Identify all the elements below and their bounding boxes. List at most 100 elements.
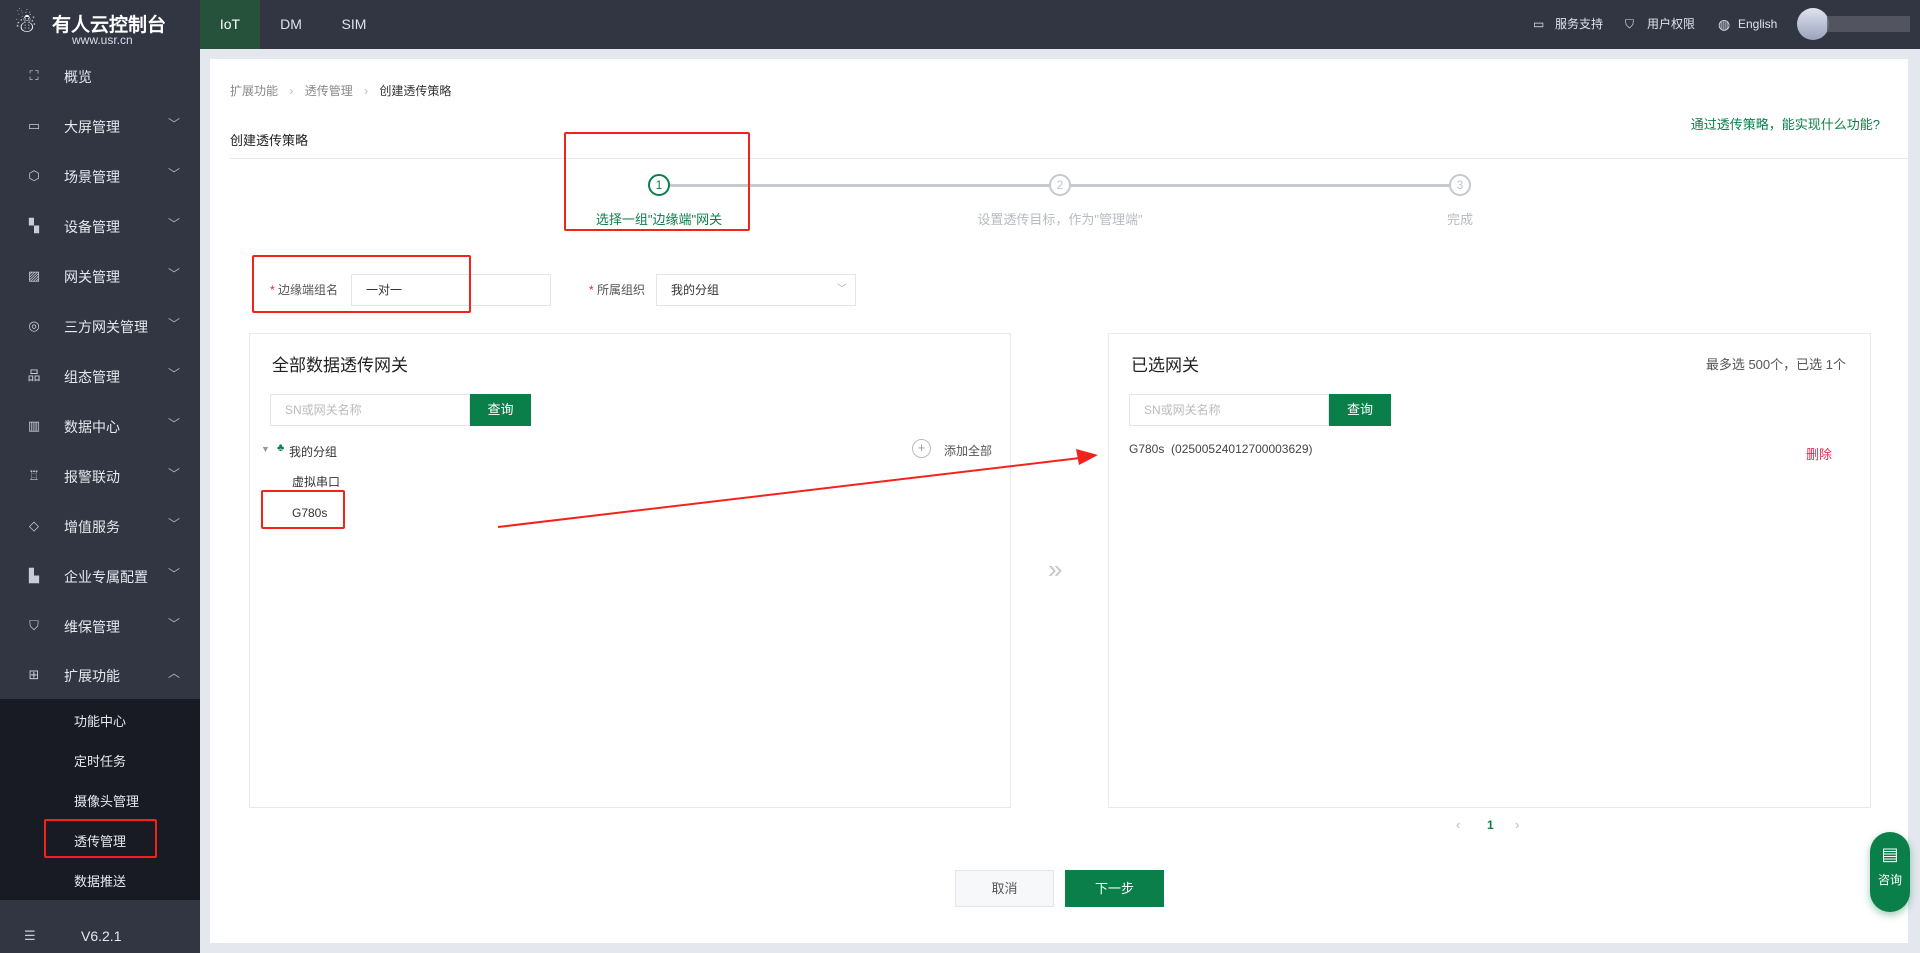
tree-node[interactable]: 虚拟串口 [292,473,340,490]
extensions-submenu: 功能中心 定时任务 摄像头管理 透传管理 数据推送 [0,699,200,900]
avatar[interactable] [1797,8,1829,40]
shield-check-icon: ⛉ [29,618,39,633]
panel-title: 全部数据透传网关 [272,356,408,375]
chevron-down-icon: ﹀ [168,567,181,581]
right-search-input[interactable]: SN或网关名称 [1129,394,1329,426]
divider [230,158,1908,159]
sidebar-item-label: 企业专属配置 [64,569,148,585]
building-icon: ▙ [29,568,39,583]
add-icon[interactable]: + [912,439,931,458]
cluster-icon: ◎ [28,318,40,333]
submenu-item-data-push[interactable]: 数据推送 [74,871,126,890]
breadcrumb-item[interactable]: 透传管理 [305,84,353,98]
sidebar-item-label: 网关管理 [64,269,120,285]
collapse-menu-icon[interactable]: ☰ [24,928,36,944]
tab-dm[interactable]: DM [270,0,312,49]
current-page[interactable]: 1 [1487,818,1494,832]
permissions-link[interactable]: 用户权限 [1647,0,1695,49]
sidebar-item-screen[interactable]: ▭ 大屏管理 ﹀ [0,101,200,151]
language-switch[interactable]: English [1738,0,1777,49]
gateway-sn: (02500524012700003629) [1171,442,1313,456]
sidebar-item-label: 设备管理 [64,219,120,235]
step-2-circle: 2 [1049,174,1071,196]
tree-root[interactable]: 我的分组 [289,443,337,460]
username-blurred [1827,16,1910,32]
org-label: * 所属组织 [589,281,645,298]
cancel-button[interactable]: 取消 [955,870,1054,907]
shield-icon: ⛉ [1625,17,1635,31]
org-select[interactable]: 我的分组 ﹀ [656,274,856,306]
sidebar-item-data[interactable]: ▥ 数据中心 ﹀ [0,401,200,451]
sidebar: ⛶ 概览 ▭ 大屏管理 ﹀ ⬡ 场景管理 ﹀ ▚ 设备管理 ﹀ ▨ 网关管理 ﹀ ◎ 三方网关管理 ﹀… [0,49,200,953]
selected-gateways-panel: 已选网关 最多选 500个，已选 1个 SN或网关名称 查询 G780s (02… [1108,333,1871,808]
sidebar-item-overview[interactable]: ⛶ 概览 [0,51,200,101]
transfer-chevrons-icon[interactable]: » [1048,554,1062,585]
sidebar-item-alarm[interactable]: ♖ 报警联动 ﹀ [0,451,200,501]
globe-icon: ◍ [1718,16,1731,32]
version-label: V6.2.1 [81,928,122,944]
sidebar-item-extensions[interactable]: ⊞ 扩展功能 ︿ [0,650,200,700]
sidebar-item-label: 组态管理 [64,369,120,385]
sidebar-item-device[interactable]: ▚ 设备管理 ﹀ [0,201,200,251]
sidebar-item-scene[interactable]: ⬡ 场景管理 ﹀ [0,151,200,201]
submenu-item-function-center[interactable]: 功能中心 [74,711,126,730]
left-search-input[interactable]: SN或网关名称 [270,394,470,426]
remove-button[interactable]: 删除 [1806,444,1832,463]
prev-page-icon[interactable]: ‹ [1456,817,1460,832]
consult-button[interactable]: ▤ 咨询 [1870,832,1910,912]
submenu-item-camera[interactable]: 摄像头管理 [74,791,139,810]
sidebar-item-label: 增值服务 [64,519,120,535]
grid-icon: ⊞ [28,667,40,682]
add-all-button[interactable]: 添加全部 [944,442,992,459]
top-bar: ☃ 有人云控制台 www.usr.cn IoT DM SIM ▭ 服务支持 ⛉ … [0,0,1920,49]
org-select-value: 我的分组 [671,283,720,297]
scan-icon: ⛶ [29,68,39,83]
next-button[interactable]: 下一步 [1065,870,1164,907]
sidebar-item-enterprise[interactable]: ▙ 企业专属配置 ﹀ [0,551,200,601]
chevron-down-icon: ﹀ [168,317,181,331]
chevron-right-icon: › [364,84,369,98]
chevron-down-icon: ﹀ [168,517,181,531]
sidebar-item-third-party[interactable]: ◎ 三方网关管理 ﹀ [0,301,200,351]
cube-icon: ⬡ [28,168,40,183]
chat-icon: ▭ [1533,17,1545,31]
annotation-box [44,819,157,858]
consult-label: 咨询 [1877,873,1902,887]
sidebar-item-label: 数据中心 [64,419,120,435]
annotation-box [261,490,345,529]
breadcrumb: 扩展功能 › 透传管理 › 创建透传策略 [230,82,451,99]
step-3-circle: 3 [1449,174,1471,196]
chevron-down-icon: ﹀ [168,167,181,181]
sidebar-item-label: 扩展功能 [64,668,120,684]
chevron-down-icon: ﹀ [168,217,181,231]
gateway-name: G780s [1129,442,1165,456]
sidebar-item-gateway[interactable]: ▨ 网关管理 ﹀ [0,251,200,301]
diamond-icon: ◇ [29,518,39,533]
selection-count: 最多选 500个，已选 1个 [1705,357,1846,372]
help-link[interactable]: 通过透传策略，能实现什么功能? [1691,114,1880,133]
device-icon: ▚ [29,218,39,233]
page-title: 创建透传策略 [230,133,309,148]
breadcrumb-item[interactable]: 扩展功能 [230,84,278,98]
sidebar-item-label: 大屏管理 [64,119,120,135]
bar-chart-icon: ▥ [27,418,41,433]
caret-down-icon[interactable]: ▼ [261,444,270,454]
label-text: 所属组织 [597,283,646,297]
submenu-item-scheduled-tasks[interactable]: 定时任务 [74,751,126,770]
support-link[interactable]: 服务支持 [1555,0,1603,49]
annotation-box [252,255,471,313]
tab-sim[interactable]: SIM [330,0,378,49]
right-search-button[interactable]: 查询 [1329,394,1391,426]
logo-person-icon: ☃ [14,8,38,38]
required-mark: * [589,283,594,297]
sidebar-item-maintenance[interactable]: ⛉ 维保管理 ﹀ [0,601,200,651]
next-page-icon[interactable]: › [1515,817,1519,832]
sidebar-item-label: 场景管理 [64,169,120,185]
left-search-button[interactable]: 查询 [470,394,531,426]
sidebar-item-scada[interactable]: 品 组态管理 ﹀ [0,351,200,401]
document-icon: ▤ [1881,844,1899,864]
sidebar-item-value-added[interactable]: ◇ 增值服务 ﹀ [0,501,200,551]
chevron-down-icon: ﹀ [168,617,181,631]
tab-iot[interactable]: IoT [200,0,260,49]
chevron-down-icon: ﹀ [168,417,181,431]
